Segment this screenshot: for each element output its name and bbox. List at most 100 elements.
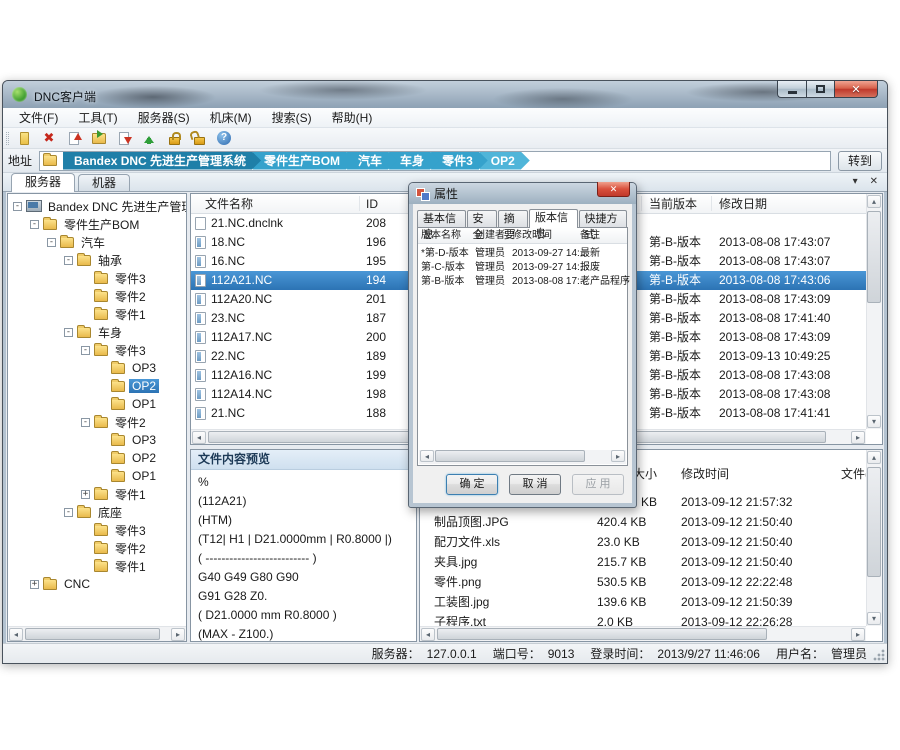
tree-item-14[interactable]: OP2 bbox=[8, 449, 186, 467]
attachment-row-1[interactable]: 制品顶图.JPG420.4 KB2013-09-12 21:50:40 bbox=[420, 512, 866, 532]
version-row-0[interactable]: *第-D-版本管理员2013-09-27 14:...最新 bbox=[418, 247, 627, 261]
title-bar[interactable]: DNC客户端 ✕ bbox=[3, 81, 887, 108]
tree-item-19[interactable]: 零件2 bbox=[8, 539, 186, 557]
tree-item-12[interactable]: -零件2 bbox=[8, 413, 186, 431]
scroll-left-icon[interactable]: ◂ bbox=[420, 450, 434, 462]
scroll-right-icon[interactable]: ▸ bbox=[851, 431, 865, 444]
dialog-hscrollbar[interactable]: ◂ ▸ bbox=[419, 450, 626, 464]
tab-summary[interactable]: 摘要 bbox=[498, 210, 528, 227]
attachment-row-3[interactable]: 夹具.jpg215.7 KB2013-09-12 21:50:40 bbox=[420, 552, 866, 572]
tab-shortcut[interactable]: 快捷方式 bbox=[579, 210, 628, 227]
attachment-row-2[interactable]: 配刀文件.xls23.0 KB2013-09-12 21:50:40 bbox=[420, 532, 866, 552]
tree-item-17[interactable]: -底座 bbox=[8, 503, 186, 521]
toolbar-delete-button[interactable] bbox=[40, 129, 58, 147]
tree-item-10[interactable]: OP2 bbox=[8, 377, 186, 395]
collapse-icon[interactable]: - bbox=[64, 508, 73, 517]
expand-icon[interactable]: + bbox=[30, 580, 39, 589]
menu-item-file[interactable]: 文件(F) bbox=[9, 107, 68, 128]
tree-item-21[interactable]: +CNC bbox=[8, 575, 186, 593]
tab-server[interactable]: 服务器 bbox=[11, 173, 75, 192]
header-separator[interactable] bbox=[711, 196, 712, 211]
maximize-button[interactable] bbox=[806, 80, 835, 98]
tab-machine[interactable]: 机器 bbox=[78, 174, 130, 191]
file-list-vscroll-thumb[interactable] bbox=[867, 211, 881, 303]
attachments-vscrollbar[interactable]: ▴ ▾ bbox=[866, 450, 882, 626]
breadcrumb-segment-0[interactable]: Bandex DNC 先进生产管理系统 bbox=[63, 152, 261, 170]
collapse-icon[interactable]: - bbox=[47, 238, 56, 247]
version-row-1[interactable]: 第-C-版本管理员2013-09-27 14:...报废 bbox=[418, 261, 627, 275]
menu-item-search[interactable]: 搜索(S) bbox=[262, 107, 322, 128]
version-column-2[interactable]: 修改时间 bbox=[512, 228, 552, 244]
menu-item-help[interactable]: 帮助(H) bbox=[322, 107, 383, 128]
cancel-button[interactable]: 取 消 bbox=[509, 474, 561, 495]
tree-item-8[interactable]: -零件3 bbox=[8, 341, 186, 359]
attachment-row-6[interactable]: 子程序.txt2.0 KB2013-09-12 22:26:28 bbox=[420, 612, 866, 626]
expand-icon[interactable]: + bbox=[81, 490, 90, 499]
scroll-left-icon[interactable]: ◂ bbox=[192, 431, 206, 444]
collapse-icon[interactable]: - bbox=[13, 202, 22, 211]
tree-item-20[interactable]: 零件1 bbox=[8, 557, 186, 575]
toolbar-checkin-doc-button[interactable] bbox=[115, 129, 133, 147]
tree-item-6[interactable]: 零件1 bbox=[8, 305, 186, 323]
column-file-name[interactable]: 文件名称 bbox=[205, 194, 253, 214]
tree-hscrollbar[interactable]: ◂ ▸ bbox=[8, 626, 186, 641]
collapse-icon[interactable]: - bbox=[30, 220, 39, 229]
menu-item-server[interactable]: 服务器(S) bbox=[128, 107, 200, 128]
attachments-hscroll-thumb[interactable] bbox=[437, 628, 767, 640]
collapse-icon[interactable]: - bbox=[81, 418, 90, 427]
go-button[interactable]: 转到 bbox=[838, 151, 882, 171]
collapse-icon[interactable]: - bbox=[64, 328, 73, 337]
toolbar-help-button[interactable] bbox=[215, 129, 233, 147]
menu-item-machine[interactable]: 机床(M) bbox=[200, 107, 262, 128]
header-separator[interactable] bbox=[359, 196, 360, 211]
tree-item-0[interactable]: -Bandex DNC 先进生产管理系统 bbox=[8, 197, 186, 215]
address-field[interactable]: Bandex DNC 先进生产管理系统零件生产BOM汽车车身零件3OP2 bbox=[39, 151, 831, 171]
collapse-icon[interactable]: - bbox=[81, 346, 90, 355]
tree-item-4[interactable]: 零件3 bbox=[8, 269, 186, 287]
column-mod-date[interactable]: 修改日期 bbox=[719, 194, 767, 214]
file-list-vscrollbar[interactable]: ▴ ▾ bbox=[866, 194, 882, 429]
tab-version-info[interactable]: 版本信息 bbox=[529, 209, 578, 228]
attachment-row-5[interactable]: 工装图.jpg139.6 KB2013-09-12 21:50:39 bbox=[420, 592, 866, 612]
scroll-up-icon[interactable]: ▴ bbox=[867, 195, 881, 208]
tree-item-2[interactable]: -汽车 bbox=[8, 233, 186, 251]
dialog-close-button[interactable]: ✕ bbox=[597, 182, 630, 197]
scroll-left-icon[interactable]: ◂ bbox=[9, 628, 23, 641]
column-id[interactable]: ID bbox=[366, 194, 378, 214]
dialog-title-bar[interactable]: 属性 ✕ bbox=[409, 183, 636, 204]
tab-basic-info[interactable]: 基本信息 bbox=[417, 210, 466, 227]
toolbar-unlock-button[interactable] bbox=[190, 129, 208, 147]
breadcrumb-segment-4[interactable]: 零件3 bbox=[431, 152, 488, 170]
scroll-left-icon[interactable]: ◂ bbox=[421, 628, 435, 641]
toolbar-new-file-button[interactable] bbox=[15, 129, 33, 147]
tree-item-16[interactable]: +零件1 bbox=[8, 485, 186, 503]
attachment-row-4[interactable]: 零件.png530.5 KB2013-09-12 22:22:48 bbox=[420, 572, 866, 592]
breadcrumb-segment-1[interactable]: 零件生产BOM bbox=[253, 152, 355, 170]
dialog-hscroll-thumb[interactable] bbox=[435, 450, 585, 462]
scroll-right-icon[interactable]: ▸ bbox=[171, 628, 185, 641]
toolbar-checkout-doc-button[interactable] bbox=[65, 129, 83, 147]
tree-item-18[interactable]: 零件3 bbox=[8, 521, 186, 539]
chevron-down-icon[interactable]: ▾ bbox=[853, 176, 858, 188]
version-row-2[interactable]: 第-B-版本管理员2013-08-08 17:...老产品程序 bbox=[418, 275, 627, 289]
toolbar-grip[interactable] bbox=[6, 132, 9, 145]
tree-item-5[interactable]: 零件2 bbox=[8, 287, 186, 305]
scroll-down-icon[interactable]: ▾ bbox=[867, 612, 881, 625]
menu-item-tools[interactable]: 工具(T) bbox=[68, 107, 127, 128]
column-version[interactable]: 当前版本 bbox=[649, 194, 697, 214]
tree-item-15[interactable]: OP1 bbox=[8, 467, 186, 485]
tree-item-1[interactable]: -零件生产BOM bbox=[8, 215, 186, 233]
ok-button[interactable]: 确 定 bbox=[446, 474, 498, 495]
scroll-up-icon[interactable]: ▴ bbox=[867, 451, 881, 464]
scroll-right-icon[interactable]: ▸ bbox=[611, 450, 625, 462]
tree-item-7[interactable]: -车身 bbox=[8, 323, 186, 341]
toolbar-open-folder-button[interactable] bbox=[90, 129, 108, 147]
attachments-hscrollbar[interactable]: ◂ ▸ bbox=[420, 626, 866, 641]
tree-item-11[interactable]: OP1 bbox=[8, 395, 186, 413]
scroll-right-icon[interactable]: ▸ bbox=[851, 628, 865, 641]
minimize-button[interactable] bbox=[777, 80, 806, 98]
toolbar-upload-button[interactable] bbox=[140, 129, 158, 147]
scroll-down-icon[interactable]: ▾ bbox=[867, 415, 881, 428]
tree-item-13[interactable]: OP3 bbox=[8, 431, 186, 449]
attachments-vscroll-thumb[interactable] bbox=[867, 467, 881, 577]
